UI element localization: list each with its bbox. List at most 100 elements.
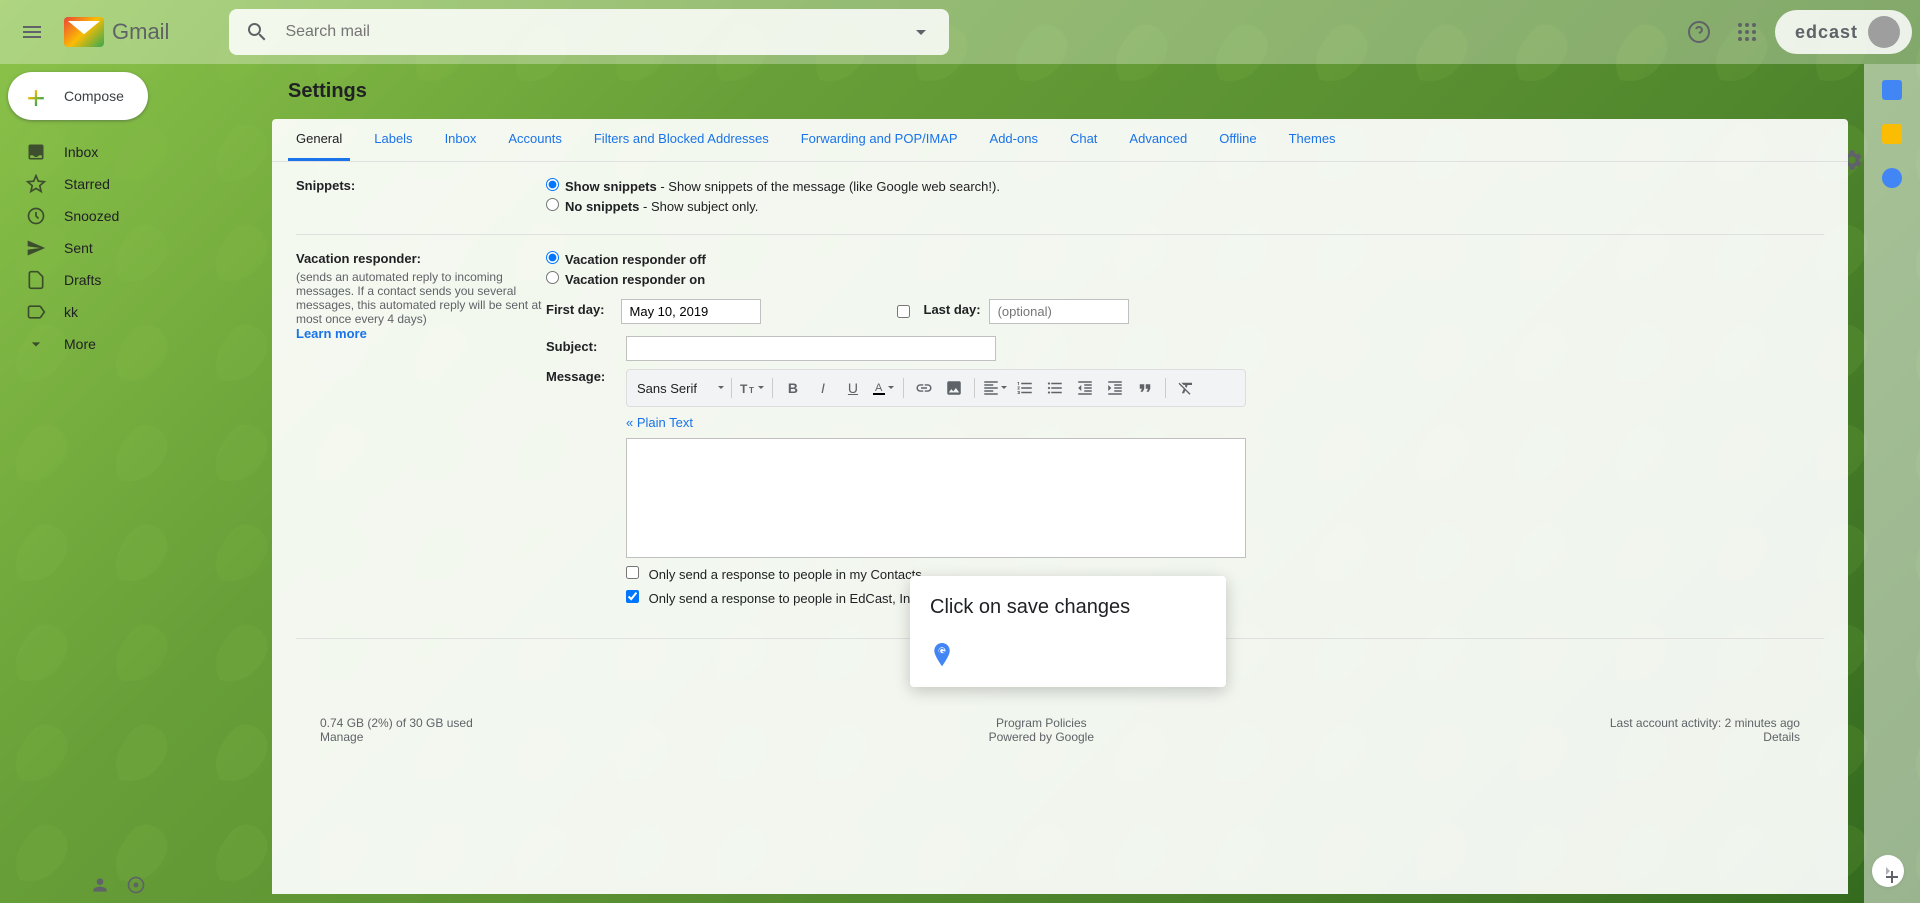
link-button[interactable] [910,374,938,402]
editor-toolbar: Sans Serif TT B I U A [626,369,1246,407]
only-domain-checkbox[interactable] [626,590,639,603]
activity-text: Last account activity: 2 minutes ago [1610,716,1800,730]
remove-formatting-button[interactable] [1172,374,1200,402]
image-icon [945,379,963,397]
vacation-on-radio[interactable] [546,271,559,284]
last-day-label: Last day: [924,302,981,317]
plus-icon[interactable] [1882,867,1902,887]
font-select[interactable]: Sans Serif [631,377,715,400]
snippets-setting: Snippets: Show snippets - Show snippets … [296,170,1824,226]
manage-link[interactable]: Manage [320,730,363,744]
text-color-button[interactable]: A [869,374,897,402]
only-contacts-checkbox[interactable] [626,566,639,579]
tab-general[interactable]: General [288,119,350,161]
apps-grid-icon [1735,20,1759,44]
tutorial-tooltip: Click on save changes G [910,576,1226,687]
no-snippets-radio[interactable] [546,198,559,211]
message-textarea[interactable] [626,438,1246,558]
underline-icon: U [848,380,858,396]
sidebar-item-snoozed[interactable]: Snoozed [0,200,248,232]
sidebar-item-more[interactable]: More [0,328,248,360]
italic-button[interactable]: I [809,374,837,402]
support-button[interactable] [1679,12,1719,52]
underline-button[interactable]: U [839,374,867,402]
text-color-icon: A [871,380,887,396]
tab-inbox[interactable]: Inbox [437,119,485,161]
logo-text: Gmail [112,19,169,45]
tab-themes[interactable]: Themes [1281,119,1344,161]
last-day-checkbox[interactable] [897,305,910,318]
numbered-list-icon [1016,379,1034,397]
search-options-button[interactable] [901,12,941,52]
subject-input[interactable] [626,336,996,361]
svg-text:A: A [875,382,883,394]
compose-label: Compose [64,88,124,104]
learn-more-link[interactable]: Learn more [296,326,367,341]
numbered-list-button[interactable] [1011,374,1039,402]
tab-advanced[interactable]: Advanced [1121,119,1195,161]
show-snippets-radio[interactable] [546,178,559,191]
indent-more-button[interactable] [1101,374,1129,402]
hamburger-icon [20,20,44,44]
hangouts-icon[interactable] [126,875,146,895]
tab-add-ons[interactable]: Add-ons [982,119,1046,161]
subject-label: Subject: [546,339,626,354]
quote-button[interactable] [1131,374,1159,402]
clock-icon [26,206,46,226]
sidebar-item-starred[interactable]: Starred [0,168,248,200]
details-link[interactable]: Details [1763,730,1800,744]
person-icon[interactable] [90,875,110,895]
vacation-off-option[interactable]: Vacation responder off [546,251,1824,267]
keep-addon[interactable] [1882,124,1902,144]
align-icon [982,379,1000,397]
sidebar-item-inbox[interactable]: Inbox [0,136,248,168]
font-size-button[interactable]: TT [738,374,766,402]
label-icon [26,302,46,322]
first-day-input[interactable] [621,299,761,324]
avatar[interactable] [1868,16,1900,48]
settings-body: Snippets: Show snippets - Show snippets … [272,162,1848,855]
show-snippets-option[interactable]: Show snippets - Show snippets of the mes… [546,178,1824,194]
align-button[interactable] [981,374,1009,402]
vacation-off-radio[interactable] [546,251,559,264]
tab-accounts[interactable]: Accounts [500,119,569,161]
tab-chat[interactable]: Chat [1062,119,1105,161]
tab-offline[interactable]: Offline [1211,119,1264,161]
no-snippets-option[interactable]: No snippets - Show subject only. [546,198,1824,214]
vacation-on-option[interactable]: Vacation responder on [546,271,1824,287]
remove-format-icon [1177,379,1195,397]
content: Settings GeneralLabelsInboxAccountsFilte… [256,64,1864,903]
settings-panel: General Labels Inbox Accounts Filters and Bl… [272,119,1848,894]
sidebar-item-sent[interactable]: Sent [0,232,248,264]
main: Compose InboxStarredSnoozedSentDraftskkM… [0,64,1920,903]
tab-labels[interactable]: Labels [366,119,420,161]
compose-button[interactable]: Compose [8,72,148,120]
tab-forwarding-and-pop/imap[interactable]: Forwarding and POP/IMAP [793,119,966,161]
last-day-input[interactable] [989,299,1129,324]
vacation-setting: Vacation responder: (sends an automated … [296,243,1824,622]
indent-less-icon [1076,379,1094,397]
plain-text-link[interactable]: « Plain Text [626,415,693,430]
side-panel [1864,64,1920,903]
image-button[interactable] [940,374,968,402]
calendar-addon[interactable] [1882,80,1902,100]
bulleted-list-button[interactable] [1041,374,1069,402]
nav-label: Drafts [64,272,101,288]
nav-label: Inbox [64,144,98,160]
sidebar-item-kk[interactable]: kk [0,296,248,328]
bold-button[interactable]: B [779,374,807,402]
tasks-addon[interactable] [1882,168,1902,188]
tab-filters-and-blocked-addresses[interactable]: Filters and Blocked Addresses [586,119,777,161]
gmail-logo[interactable]: Gmail [64,17,169,47]
edcast-badge[interactable]: edcast [1775,10,1912,54]
main-menu-button[interactable] [8,8,56,56]
search-button[interactable] [237,12,277,52]
search-input[interactable] [277,23,901,41]
divider [296,234,1824,235]
sidebar-item-drafts[interactable]: Drafts [0,264,248,296]
apps-button[interactable] [1727,12,1767,52]
indent-less-button[interactable] [1071,374,1099,402]
storage-text: 0.74 GB (2%) of 30 GB used [320,716,473,730]
powered-text: Powered by Google [989,730,1094,744]
policies-link[interactable]: Program Policies [996,716,1087,730]
